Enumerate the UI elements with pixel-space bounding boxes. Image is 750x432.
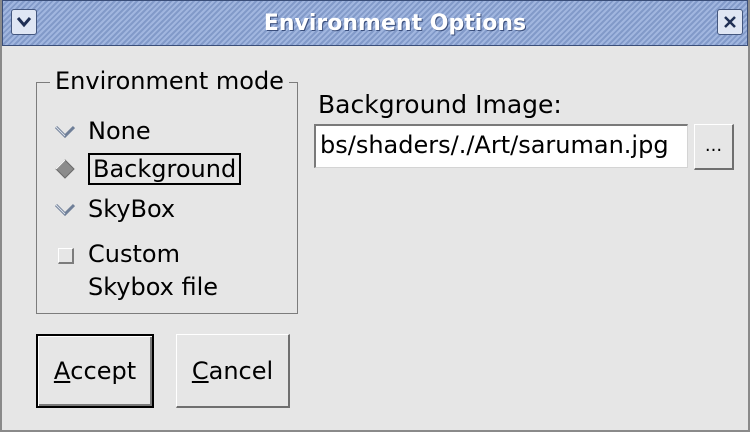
- environment-options-dialog: Environment Options Environment mode Non…: [0, 0, 750, 432]
- radio-unchecked-icon: [54, 120, 76, 142]
- radio-background[interactable]: Background: [54, 152, 242, 186]
- accept-button[interactable]: Accept: [36, 334, 154, 408]
- radio-skybox-label: SkyBox: [88, 195, 176, 223]
- cancel-button[interactable]: Cancel: [176, 334, 290, 408]
- title-bar[interactable]: Environment Options: [2, 0, 748, 46]
- accept-mnemonic: A: [53, 357, 71, 385]
- radio-unchecked-icon: [54, 198, 76, 220]
- custom-skybox-checkbox[interactable]: [58, 248, 74, 264]
- background-image-label: Background Image:: [318, 90, 562, 119]
- close-button[interactable]: [717, 9, 743, 35]
- browse-button[interactable]: ...: [694, 124, 734, 170]
- cancel-mnemonic: C: [191, 356, 209, 385]
- custom-skybox-label-line1: Custom: [88, 240, 180, 268]
- custom-skybox-label-line2: Skybox file: [88, 273, 219, 301]
- radio-checked-icon: [54, 158, 76, 180]
- cancel-label-rest: ancel: [208, 356, 274, 385]
- radio-none-label: None: [88, 117, 151, 145]
- close-icon: [724, 16, 736, 28]
- environment-mode-title: Environment mode: [50, 66, 289, 96]
- custom-skybox-label: Custom Skybox file: [88, 238, 218, 304]
- accept-label-rest: ccept: [70, 357, 137, 385]
- window-title: Environment Options: [263, 10, 527, 36]
- background-image-path-field[interactable]: bs/shaders/./Art/saruman.jpg: [314, 124, 688, 168]
- radio-background-label: Background: [88, 153, 242, 185]
- radio-none[interactable]: None: [54, 114, 151, 148]
- radio-skybox[interactable]: SkyBox: [54, 192, 175, 226]
